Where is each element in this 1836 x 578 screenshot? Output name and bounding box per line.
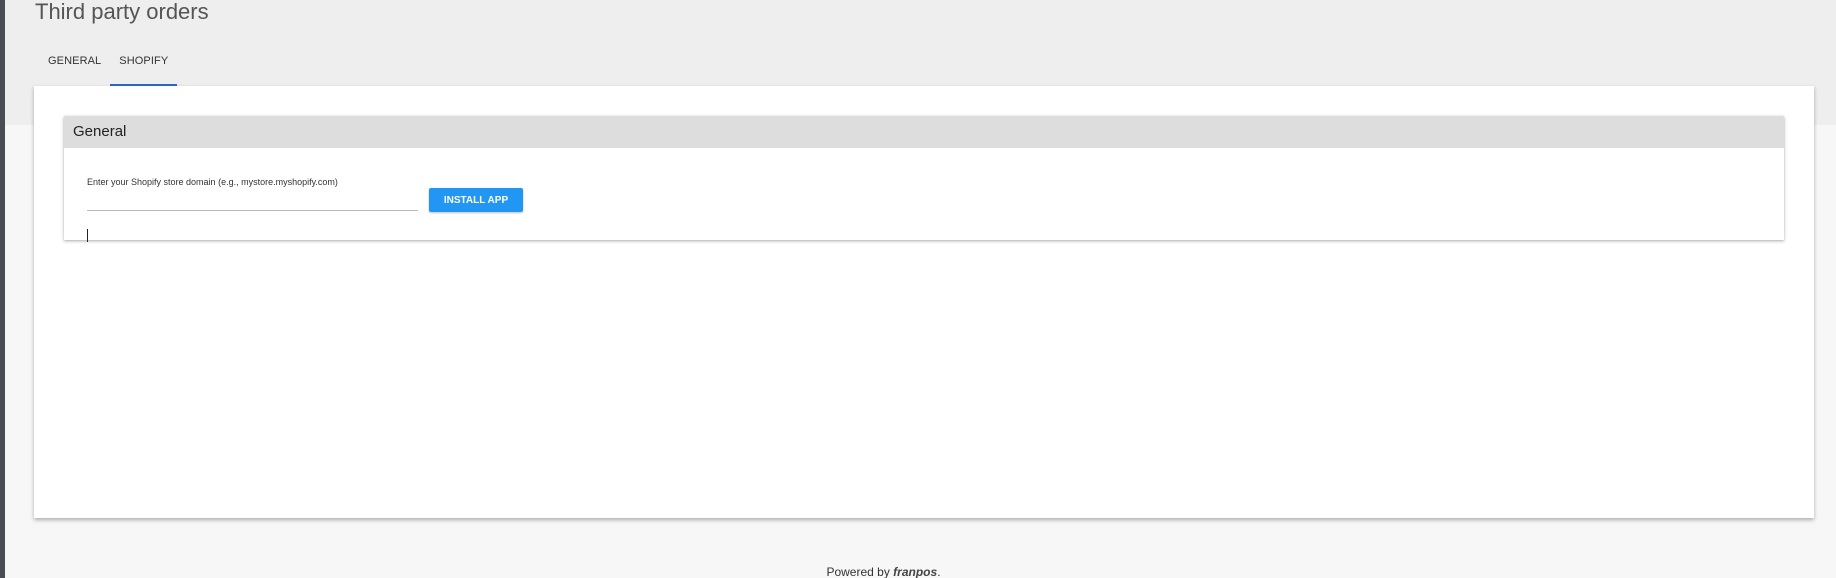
text-cursor <box>87 229 88 242</box>
powered-by-text: Powered by <box>826 565 890 578</box>
main-card: General Enter your Shopify store domain … <box>34 86 1814 518</box>
store-domain-label: Enter your Shopify store domain (e.g., m… <box>87 177 338 187</box>
tab-bar: GENERAL SHOPIFY <box>39 46 178 86</box>
install-app-button[interactable]: INSTALL APP <box>429 188 523 212</box>
franpos-logo: franpos <box>893 565 938 578</box>
general-panel: General Enter your Shopify store domain … <box>64 116 1784 240</box>
store-domain-input[interactable] <box>87 190 418 211</box>
page-title: Third party orders <box>35 0 209 24</box>
footer: Powered by franpos. <box>0 565 1767 578</box>
tab-general[interactable]: GENERAL <box>39 46 110 86</box>
footer-suffix: . <box>937 565 941 578</box>
tab-shopify[interactable]: SHOPIFY <box>110 46 178 86</box>
panel-title: General <box>64 116 1784 148</box>
